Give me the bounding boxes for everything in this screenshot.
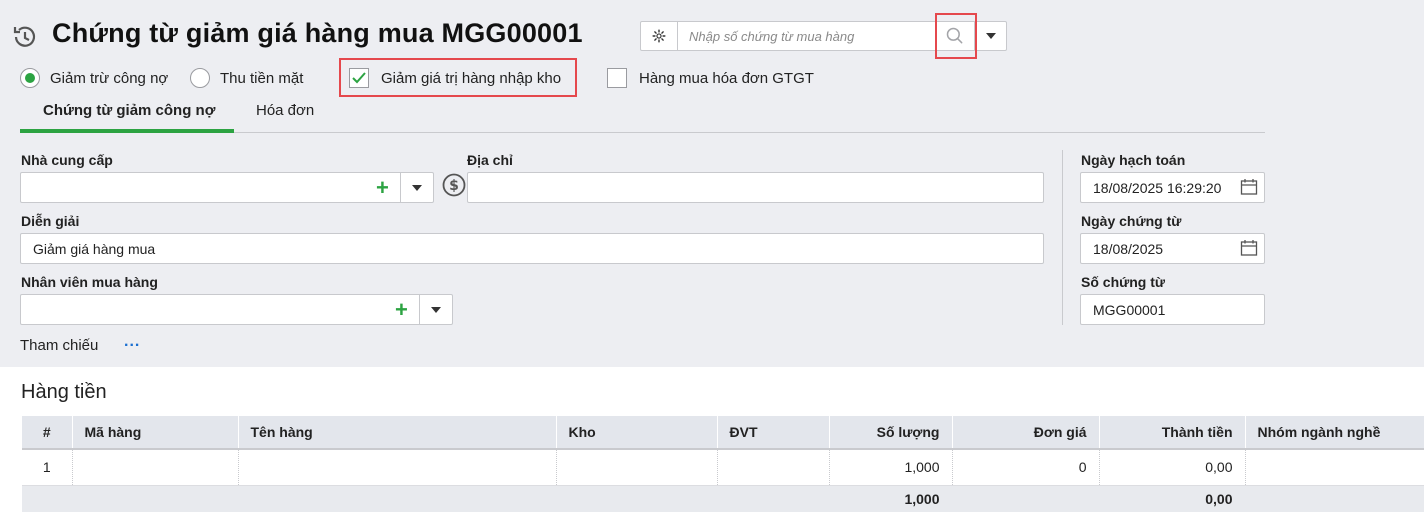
radio-selected-indicator [20,68,40,88]
reference-more-button[interactable]: ... [124,333,140,351]
supplier-combobox[interactable]: + [20,172,434,203]
gear-icon [652,29,666,43]
col-header-industry-group[interactable]: Nhóm ngành nghề [1245,416,1424,450]
highlight-search-button [935,13,977,59]
total-cell-empty [1245,485,1424,512]
staff-dropdown-button[interactable] [419,295,452,324]
history-icon[interactable] [10,22,40,52]
search-dropdown-button[interactable] [974,22,1007,50]
description-input[interactable]: Giảm giá hàng mua [20,233,1044,264]
col-header-unit-price[interactable]: Đơn giá [952,416,1100,450]
reference-label: Tham chiếu [20,337,99,354]
chevron-down-icon [986,33,996,39]
cell-index: 1 [22,449,73,486]
purchasing-staff-label: Nhân viên mua hàng [21,274,158,290]
dollar-circle-icon[interactable]: $ [442,173,466,197]
highlight-stock-checkbox [339,58,577,97]
cell-item-name[interactable] [238,449,557,486]
radio-indicator [190,68,210,88]
radio-cash-label: Thu tiền mặt [220,69,304,87]
vertical-divider [1062,150,1063,325]
cell-warehouse[interactable] [556,449,718,486]
search-settings-button[interactable] [641,22,678,50]
posting-date-label: Ngày hạch toán [1081,152,1186,168]
chevron-down-icon [412,184,422,191]
checkbox-vat-label: Hàng mua hóa đơn GTGT [639,69,814,87]
total-cell-empty [556,485,718,512]
items-section-title: Hàng tiền [21,381,107,403]
active-tab-indicator [20,129,234,133]
cell-industry-group[interactable] [1245,449,1424,486]
radio-cash-receipt[interactable]: Thu tiền mặt [190,66,303,90]
add-supplier-plus-icon[interactable]: + [376,177,389,199]
address-input[interactable] [467,172,1044,203]
col-header-warehouse[interactable]: Kho [556,416,718,450]
col-header-item-code[interactable]: Mã hàng [72,416,239,450]
checkbox-vat-invoice[interactable]: Hàng mua hóa đơn GTGT [607,66,814,90]
col-header-item-name[interactable]: Tên hàng [238,416,557,450]
posting-date-input[interactable]: 18/08/2025 16:29:20 [1080,172,1265,203]
radio-debt-label: Giảm trừ công nợ [50,69,169,87]
supplier-dropdown-button[interactable] [400,173,433,202]
add-staff-plus-icon[interactable]: + [395,299,408,321]
col-header-quantity[interactable]: Số lượng [829,416,953,450]
total-amount: 0,00 [1099,485,1246,512]
grid-header-row: # Mã hàng Tên hàng Kho ĐVT Số lượng Đơn … [22,416,1424,450]
calendar-icon[interactable] [1240,239,1258,257]
address-label: Địa chỉ [467,152,513,168]
cell-unit[interactable] [717,449,830,486]
total-cell-empty [952,485,1100,512]
totals-row: 1,000 0,00 [22,485,1424,512]
items-grid: # Mã hàng Tên hàng Kho ĐVT Số lượng Đơn … [22,416,1424,512]
total-cell-empty [72,485,239,512]
total-cell-empty [717,485,830,512]
search-input[interactable] [679,22,934,50]
cell-item-code[interactable] [72,449,239,486]
col-header-index[interactable]: # [22,416,73,450]
checkbox-box [607,68,627,88]
voucher-number-input[interactable]: MGG00001 [1080,294,1265,325]
description-label: Diễn giải [21,213,80,229]
col-header-amount[interactable]: Thành tiền [1099,416,1246,450]
col-header-unit[interactable]: ĐVT [717,416,830,450]
cell-unit-price[interactable]: 0 [952,449,1100,486]
table-row[interactable]: 1 1,000 0 0,00 [22,449,1424,486]
voucher-date-value: 18/08/2025 [1093,240,1164,257]
cell-quantity[interactable]: 1,000 [829,449,953,486]
cell-amount[interactable]: 0,00 [1099,449,1246,486]
total-quantity: 1,000 [829,485,953,512]
chevron-down-icon [431,306,441,313]
voucher-number-label: Số chứng từ [1081,274,1166,290]
tab-debt-voucher[interactable]: Chứng từ giảm công nợ [43,102,215,132]
total-cell-empty [22,485,73,512]
voucher-date-input[interactable]: 18/08/2025 [1080,233,1265,264]
posting-date-value: 18/08/2025 16:29:20 [1093,179,1222,196]
svg-text:$: $ [449,178,459,194]
purchasing-staff-combobox[interactable]: + [20,294,453,325]
calendar-icon[interactable] [1240,178,1258,196]
voucher-date-label: Ngày chứng từ [1081,213,1182,229]
supplier-label: Nhà cung cấp [21,152,113,168]
tab-invoice[interactable]: Hóa đơn [256,102,314,132]
page-title: Chứng từ giảm giá hàng mua MGG00001 [52,18,583,48]
radio-debt-reduction[interactable]: Giảm trừ công nợ [20,66,168,90]
total-cell-empty [238,485,557,512]
voucher-form-area: Chứng từ giảm giá hàng mua MGG00001 Giảm… [0,0,1424,367]
